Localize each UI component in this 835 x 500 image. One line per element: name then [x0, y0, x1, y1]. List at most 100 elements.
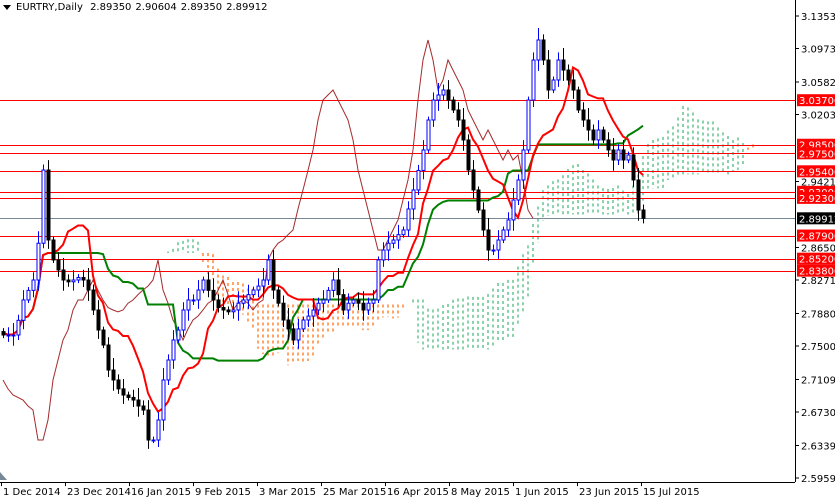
candle-body — [601, 129, 606, 141]
candle[interactable] — [136, 388, 141, 417]
candle[interactable] — [331, 272, 336, 298]
candle[interactable] — [151, 436, 156, 444]
candle[interactable] — [276, 286, 281, 307]
candle[interactable] — [451, 96, 456, 114]
candle[interactable] — [231, 302, 236, 319]
candle[interactable] — [426, 116, 431, 154]
candle[interactable] — [191, 294, 196, 305]
candle[interactable] — [131, 389, 136, 407]
ohlc-open: 2.89350 — [90, 2, 132, 13]
candle[interactable] — [166, 354, 171, 385]
candle[interactable] — [441, 84, 446, 100]
symbol-label: EURTRY,Daily — [16, 2, 83, 13]
candle[interactable] — [611, 137, 616, 171]
candle[interactable] — [601, 126, 606, 144]
candle[interactable] — [76, 274, 81, 284]
candle[interactable] — [446, 80, 451, 109]
candle[interactable] — [406, 201, 411, 237]
candle[interactable] — [616, 144, 621, 166]
candle[interactable] — [121, 379, 126, 404]
candle[interactable] — [226, 306, 231, 315]
price-chart[interactable]: 3.135303.097353.058253.020302.942102.865… — [0, 0, 835, 500]
candle[interactable] — [541, 34, 546, 66]
candle[interactable] — [61, 257, 66, 291]
candle[interactable] — [321, 290, 326, 313]
candle[interactable] — [511, 188, 516, 231]
candle[interactable] — [581, 102, 586, 127]
candle[interactable] — [556, 52, 561, 87]
candle[interactable] — [1, 328, 6, 339]
candle[interactable] — [6, 327, 11, 342]
candle[interactable] — [81, 269, 86, 287]
candle[interactable] — [431, 92, 436, 127]
candle[interactable] — [171, 330, 176, 369]
candle[interactable] — [586, 107, 591, 141]
candle[interactable] — [521, 140, 526, 189]
candle[interactable] — [376, 256, 381, 304]
candle[interactable] — [621, 140, 626, 169]
candle[interactable] — [416, 164, 421, 195]
candle[interactable] — [86, 268, 91, 301]
candle[interactable] — [31, 272, 36, 298]
candle[interactable] — [271, 250, 276, 299]
candle[interactable] — [471, 160, 476, 199]
candle[interactable] — [96, 300, 101, 339]
candle[interactable] — [506, 212, 511, 237]
candle[interactable] — [106, 337, 111, 377]
candle[interactable] — [156, 412, 161, 447]
candle[interactable] — [551, 76, 556, 94]
candle[interactable] — [116, 374, 121, 394]
candle[interactable] — [526, 96, 531, 154]
candle[interactable] — [486, 217, 491, 261]
candle[interactable] — [641, 204, 646, 224]
candle[interactable] — [496, 230, 501, 259]
dropdown-triangle-icon[interactable] — [3, 4, 11, 10]
candle[interactable] — [461, 107, 466, 151]
candle[interactable] — [41, 164, 46, 249]
chart-shift-marker-icon[interactable] — [0, 472, 7, 480]
candle[interactable] — [531, 52, 536, 107]
candle[interactable] — [196, 280, 201, 309]
candle[interactable] — [501, 226, 506, 244]
candle[interactable] — [46, 160, 51, 249]
candle[interactable] — [101, 326, 106, 349]
candle[interactable] — [386, 231, 391, 261]
candle[interactable] — [281, 295, 286, 327]
candle[interactable] — [201, 276, 206, 294]
candle[interactable] — [26, 286, 31, 304]
candle[interactable] — [71, 270, 76, 291]
candle[interactable] — [56, 252, 61, 277]
candle[interactable] — [326, 286, 331, 304]
candle[interactable] — [21, 290, 26, 330]
candle[interactable] — [51, 236, 56, 264]
candle[interactable] — [256, 278, 261, 297]
candle[interactable] — [546, 50, 551, 99]
candle[interactable] — [146, 400, 151, 449]
candle[interactable] — [481, 202, 486, 237]
candle[interactable] — [66, 274, 71, 287]
candle[interactable] — [186, 287, 191, 321]
candle[interactable] — [591, 124, 596, 145]
candle[interactable] — [266, 254, 271, 286]
candle[interactable] — [456, 102, 461, 127]
candle[interactable] — [536, 27, 541, 71]
candle[interactable] — [396, 224, 401, 249]
candle-body — [576, 89, 581, 111]
candle[interactable] — [206, 272, 211, 298]
candle[interactable] — [211, 278, 216, 311]
candle[interactable] — [516, 174, 521, 206]
candle[interactable] — [111, 358, 116, 391]
candle[interactable] — [411, 177, 416, 220]
candle[interactable] — [16, 314, 21, 341]
candle[interactable] — [491, 244, 496, 256]
candle[interactable] — [141, 400, 146, 416]
candle[interactable] — [161, 367, 166, 431]
candle[interactable] — [126, 391, 131, 401]
candle[interactable] — [576, 86, 581, 114]
candle[interactable] — [361, 291, 366, 321]
candle[interactable] — [466, 134, 471, 176]
candle[interactable] — [561, 48, 566, 81]
candle[interactable] — [181, 302, 186, 337]
candle[interactable] — [91, 284, 96, 315]
candle[interactable] — [476, 186, 481, 214]
